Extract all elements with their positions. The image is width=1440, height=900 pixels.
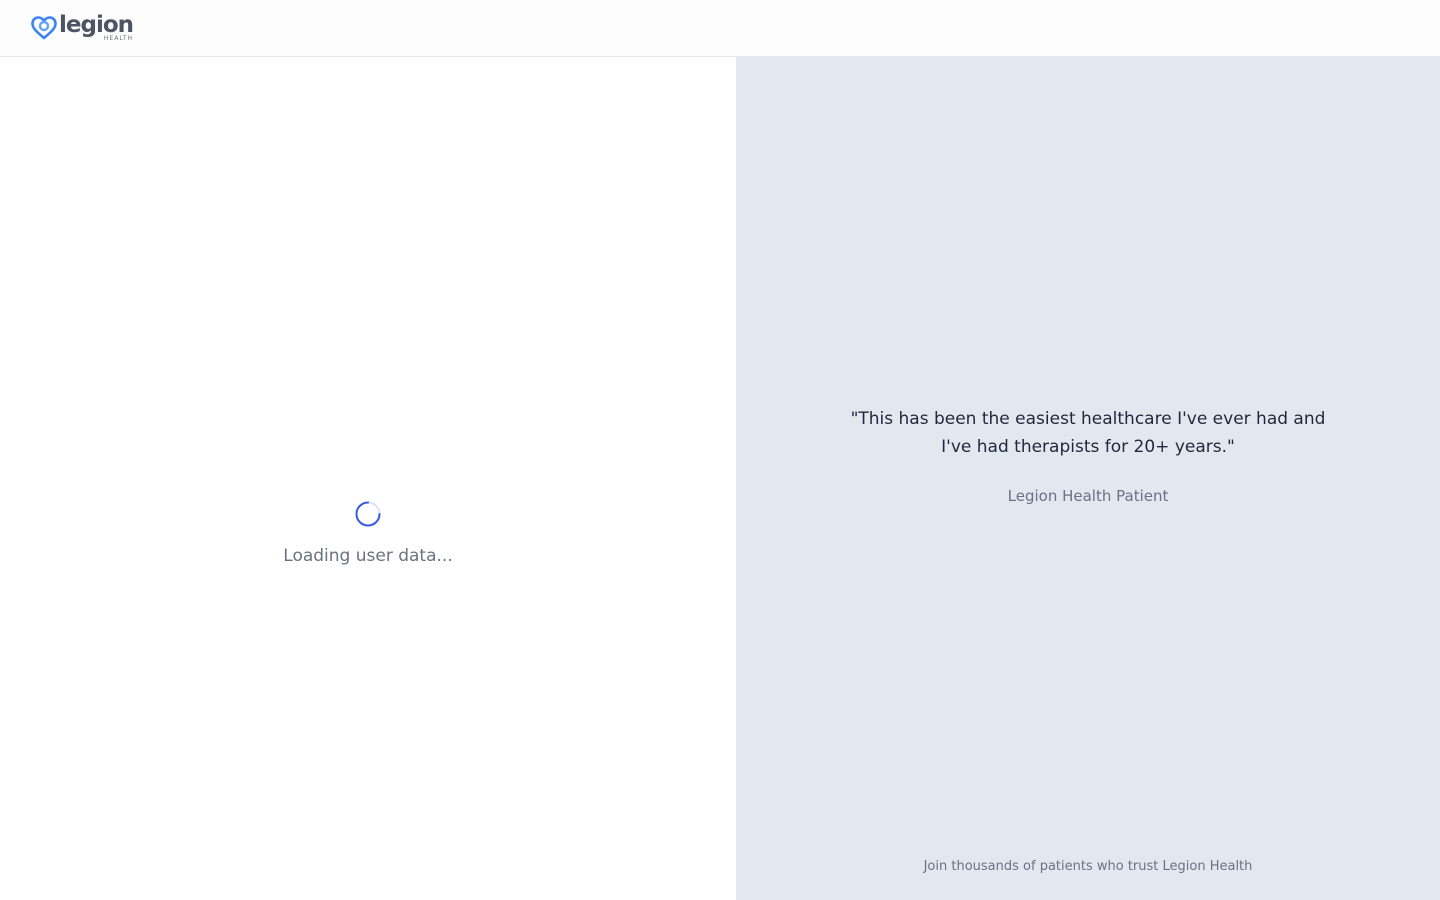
spinner-icon	[355, 501, 381, 527]
testimonial-quote: "This has been the easiest healthcare I'…	[850, 409, 1326, 457]
top-header: legion HEALTH	[0, 0, 1440, 57]
logo-wordmark: legion HEALTH	[59, 12, 134, 43]
loading-indicator: Loading user data...	[0, 500, 736, 567]
loading-text: Loading user data...	[283, 546, 453, 566]
logo-subword: HEALTH	[103, 35, 134, 42]
legion-health-logo[interactable]: legion HEALTH	[31, 12, 134, 44]
heart-logo-icon	[31, 16, 57, 40]
left-pane: Loading user data...	[0, 57, 736, 900]
testimonial-attribution: Legion Health Patient	[1007, 487, 1169, 505]
trust-footer-note: Join thousands of patients who trust Leg…	[923, 859, 1253, 874]
logo-word: legion	[59, 12, 134, 38]
testimonial-panel: "This has been the easiest healthcare I'…	[736, 57, 1440, 900]
